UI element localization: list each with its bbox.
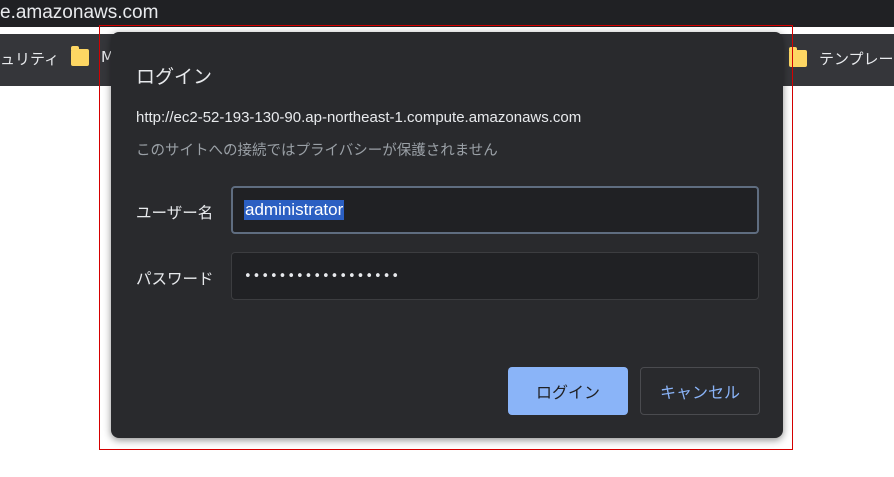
bookmark-item-security[interactable]: ュリティ: [0, 48, 59, 69]
cancel-button[interactable]: キャンセル: [640, 367, 760, 415]
folder-icon: [71, 45, 89, 66]
dialog-title: ログイン: [136, 66, 213, 88]
username-value: administrator: [244, 200, 345, 220]
privacy-warning: このサイトへの接続ではプライバシーが保護されません: [136, 143, 498, 159]
password-label: パスワード: [136, 270, 214, 288]
bookmark-folder-m[interactable]: M: [71, 45, 114, 66]
login-dialog: ログイン http://ec2-52-193-130-90.ap-northea…: [111, 32, 783, 438]
login-button[interactable]: ログイン: [508, 367, 628, 415]
username-field[interactable]: administrator: [231, 186, 759, 234]
address-bar-url[interactable]: e.amazonaws.com: [0, 2, 158, 24]
address-bar[interactable]: e.amazonaws.com: [0, 0, 894, 27]
site-url: http://ec2-52-193-130-90.ap-northeast-1.…: [136, 109, 582, 126]
password-value: ••••••••••••••••••: [244, 268, 401, 284]
username-label: ユーザー名: [136, 204, 214, 222]
bookmark-label: ュリティ: [0, 50, 60, 68]
password-field[interactable]: ••••••••••••••••••: [231, 252, 759, 300]
bookmark-folder-templates[interactable]: テンプレート: [789, 47, 894, 69]
bookmark-label: テンプレート: [819, 50, 894, 68]
folder-icon: [789, 47, 807, 67]
